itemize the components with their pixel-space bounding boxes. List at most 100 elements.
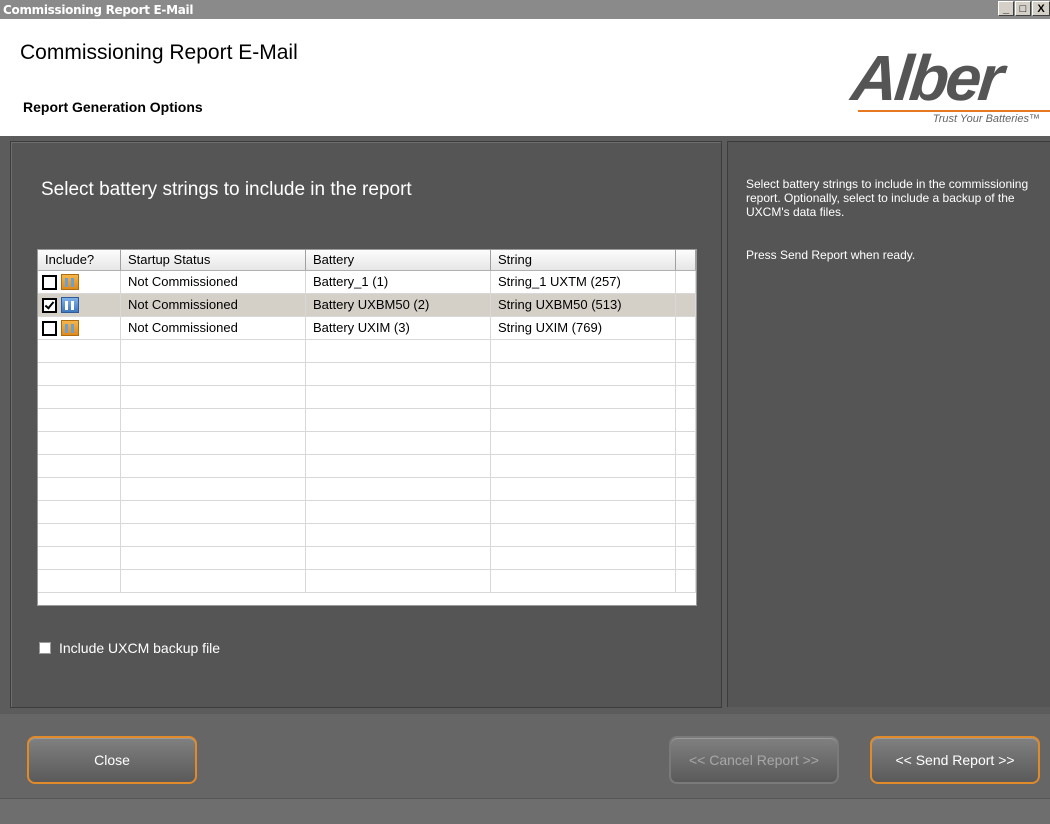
empty-row: [38, 524, 696, 547]
empty-row: [38, 547, 696, 570]
column-header-include[interactable]: Include?: [38, 250, 121, 270]
empty-row: [38, 455, 696, 478]
close-window-button[interactable]: X: [1032, 1, 1050, 16]
empty-row: [38, 386, 696, 409]
empty-cell: [306, 478, 491, 500]
empty-cell: [121, 524, 306, 546]
panel-heading: Select battery strings to include in the…: [41, 179, 412, 200]
send-report-button[interactable]: << Send Report >>: [870, 736, 1040, 784]
column-header-string[interactable]: String: [491, 250, 676, 270]
empty-cell: [491, 570, 676, 592]
empty-cell: [306, 524, 491, 546]
empty-cell: [676, 340, 696, 362]
window-controls: _ □ X: [997, 1, 1050, 18]
selection-panel: Select battery strings to include in the…: [10, 141, 722, 708]
empty-cell: [306, 455, 491, 477]
column-header-filler: [676, 250, 696, 270]
empty-cell: [676, 409, 696, 431]
table-row[interactable]: Not Commissioned Battery UXIM (3) String…: [38, 317, 696, 340]
empty-cell: [306, 386, 491, 408]
title-bar: Commissioning Report E-Mail _ □ X: [0, 0, 1050, 19]
page-title: Commissioning Report E-Mail: [20, 41, 298, 64]
empty-cell: [306, 547, 491, 569]
empty-cell: [491, 363, 676, 385]
status-cell: Not Commissioned: [121, 271, 306, 293]
battery-string-icon: [61, 274, 79, 290]
empty-cell: [306, 409, 491, 431]
include-checkbox[interactable]: [42, 274, 57, 290]
include-cell[interactable]: [38, 271, 121, 293]
filler-cell: [676, 317, 696, 339]
empty-cell: [121, 547, 306, 569]
empty-cell: [676, 386, 696, 408]
empty-cell: [38, 363, 121, 385]
column-header-startup-status[interactable]: Startup Status: [121, 250, 306, 270]
empty-cell: [491, 524, 676, 546]
help-instruction: Press Send Report when ready.: [746, 248, 916, 262]
empty-cell: [676, 524, 696, 546]
empty-cell: [38, 524, 121, 546]
status-bar: [0, 798, 1050, 824]
status-cell: Not Commissioned: [121, 294, 306, 316]
include-checkbox[interactable]: [42, 297, 57, 313]
minimize-button[interactable]: _: [998, 1, 1014, 16]
empty-cell: [121, 455, 306, 477]
string-cell: String UXIM (769): [491, 317, 676, 339]
empty-cell: [38, 386, 121, 408]
grid-header: Include? Startup Status Battery String: [38, 250, 696, 271]
empty-cell: [676, 478, 696, 500]
empty-cell: [491, 409, 676, 431]
empty-cell: [121, 409, 306, 431]
empty-cell: [121, 363, 306, 385]
backup-option[interactable]: Include UXCM backup file: [39, 640, 220, 656]
empty-cell: [121, 386, 306, 408]
empty-cell: [306, 363, 491, 385]
empty-cell: [121, 432, 306, 454]
table-row[interactable]: Not Commissioned Battery_1 (1) String_1 …: [38, 271, 696, 294]
column-header-battery[interactable]: Battery: [306, 250, 491, 270]
empty-cell: [676, 432, 696, 454]
empty-cell: [491, 547, 676, 569]
empty-row: [38, 409, 696, 432]
empty-cell: [38, 501, 121, 523]
empty-row: [38, 340, 696, 363]
empty-cell: [491, 478, 676, 500]
cancel-report-button[interactable]: << Cancel Report >>: [669, 736, 839, 784]
empty-row: [38, 570, 696, 593]
battery-string-icon: [61, 320, 79, 336]
string-cell: String_1 UXTM (257): [491, 271, 676, 293]
table-row[interactable]: Not Commissioned Battery UXBM50 (2) Stri…: [38, 294, 696, 317]
empty-row: [38, 432, 696, 455]
include-cell[interactable]: [38, 294, 121, 316]
logo-accent-bar: [858, 110, 1050, 112]
empty-cell: [38, 340, 121, 362]
filler-cell: [676, 294, 696, 316]
filler-cell: [676, 271, 696, 293]
header: Commissioning Report E-Mail Report Gener…: [0, 19, 1050, 136]
include-checkbox[interactable]: [42, 320, 57, 336]
battery-cell: Battery_1 (1): [306, 271, 491, 293]
empty-cell: [121, 478, 306, 500]
help-panel: Select battery strings to include in the…: [727, 141, 1050, 707]
battery-multi-icon: [61, 297, 79, 313]
include-cell[interactable]: [38, 317, 121, 339]
close-button[interactable]: Close: [27, 736, 197, 784]
empty-cell: [121, 340, 306, 362]
empty-cell: [38, 547, 121, 569]
empty-row: [38, 478, 696, 501]
empty-cell: [676, 570, 696, 592]
section-subtitle: Report Generation Options: [23, 99, 203, 115]
empty-cell: [676, 501, 696, 523]
logo-wordmark: Alber: [848, 42, 1005, 114]
empty-cell: [38, 432, 121, 454]
alber-logo: Alber Trust Your Batteries™: [848, 42, 1050, 125]
footer: Close << Cancel Report >> << Send Report…: [0, 714, 1050, 798]
maximize-button[interactable]: □: [1015, 1, 1031, 16]
empty-cell: [491, 455, 676, 477]
empty-cell: [491, 432, 676, 454]
backup-checkbox[interactable]: [39, 642, 51, 654]
grid-body: Not Commissioned Battery_1 (1) String_1 …: [38, 271, 696, 593]
backup-label: Include UXCM backup file: [59, 640, 221, 656]
empty-cell: [676, 455, 696, 477]
empty-cell: [121, 501, 306, 523]
